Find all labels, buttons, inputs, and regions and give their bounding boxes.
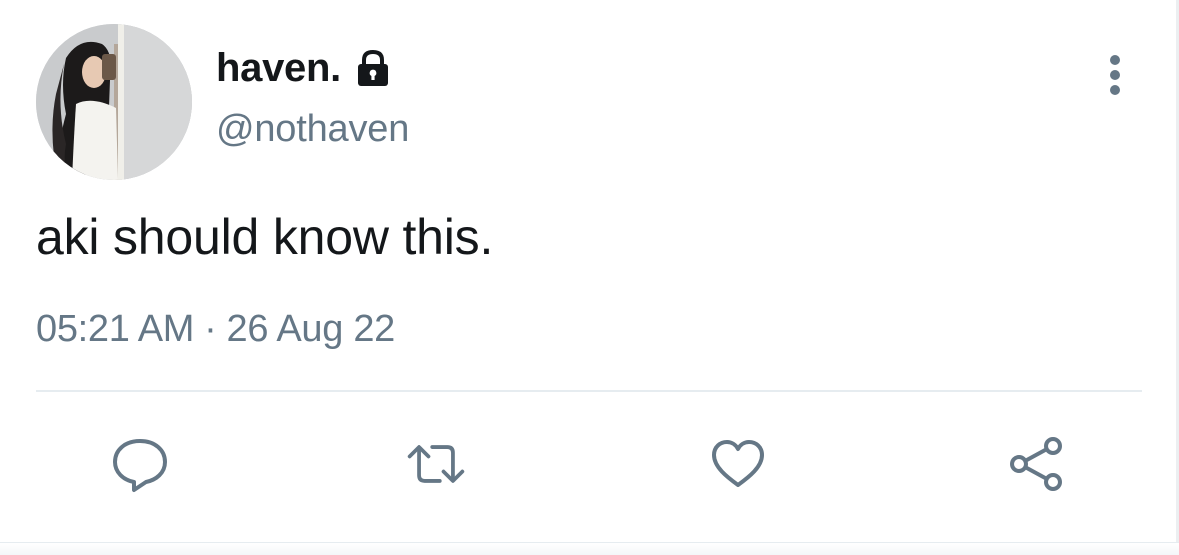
divider xyxy=(36,390,1142,392)
retweet-icon xyxy=(407,445,465,483)
display-name-row: haven. xyxy=(216,40,393,96)
timestamp-separator: · xyxy=(204,308,217,350)
bottom-edge xyxy=(0,542,1179,555)
user-handle[interactable]: @nothaven xyxy=(216,108,409,151)
display-name[interactable]: haven. xyxy=(216,46,341,91)
like-button[interactable] xyxy=(706,432,770,496)
reply-button[interactable] xyxy=(108,432,172,496)
heart-icon xyxy=(712,440,764,487)
share-icon xyxy=(1010,437,1062,491)
avatar[interactable] xyxy=(36,24,192,180)
reply-icon xyxy=(113,439,167,492)
share-button[interactable] xyxy=(1004,432,1068,496)
tweet-time: 05:21 AM xyxy=(36,308,195,350)
more-options-button[interactable] xyxy=(1092,50,1138,100)
more-vertical-icon xyxy=(1110,55,1120,95)
tweet-text: aki should know this. xyxy=(36,209,494,265)
lock-icon xyxy=(353,48,393,88)
profile-photo xyxy=(36,24,192,180)
tweet-timestamp[interactable]: 05:21 AM · 26 Aug 22 xyxy=(36,308,395,351)
tweet-date: 26 Aug 22 xyxy=(226,308,396,350)
tweet-card: haven. @nothaven aki should know this. 0… xyxy=(0,0,1179,555)
retweet-button[interactable] xyxy=(404,432,468,496)
